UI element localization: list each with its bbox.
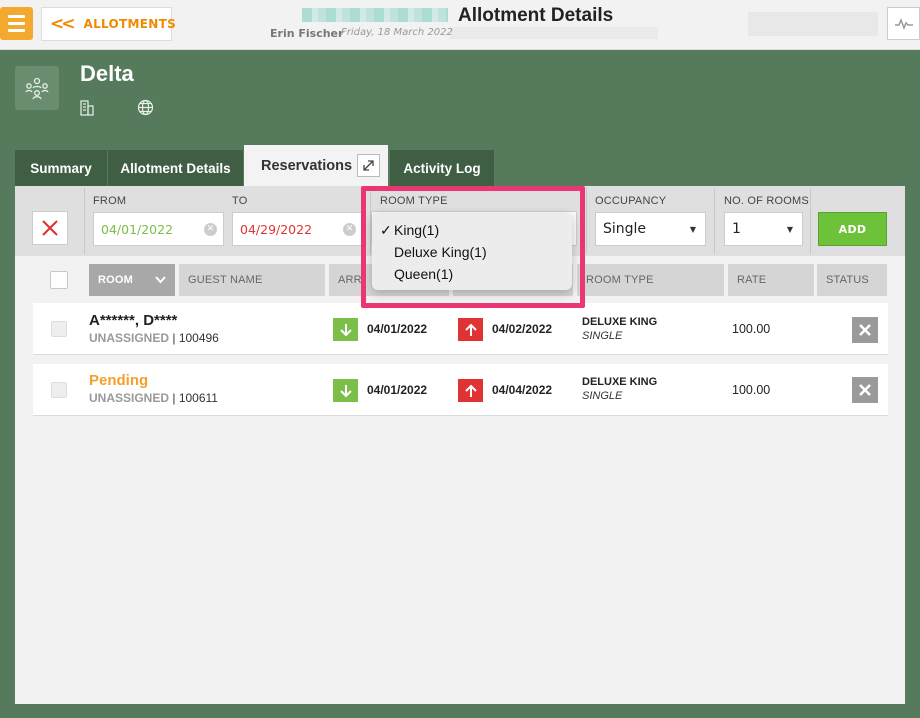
departure-icon: [458, 318, 483, 341]
guest-name-column-header[interactable]: GUEST NAME: [179, 264, 325, 296]
occupancy-select[interactable]: Single ▼: [595, 212, 706, 246]
menu-icon: [8, 15, 25, 18]
rooms-label: NO. OF ROOMS: [724, 195, 809, 207]
arrival-icon: [333, 379, 358, 402]
arrow-up-icon: [464, 384, 477, 397]
occupancy: SINGLE: [582, 330, 623, 342]
arrival-icon: [333, 318, 358, 341]
expand-icon: [363, 160, 374, 171]
building-icon[interactable]: [80, 100, 94, 120]
from-date-value: 04/01/2022: [101, 221, 174, 237]
arrow-down-icon: [339, 323, 352, 336]
close-icon: [859, 324, 871, 336]
rate: 100.00: [732, 322, 771, 336]
arrow-down-icon: [339, 384, 352, 397]
pulse-icon: [894, 17, 913, 30]
room-type: DELUXE KING: [582, 376, 658, 388]
tab-allotment-details[interactable]: Allotment Details: [108, 150, 243, 186]
tab-activity-log[interactable]: Activity Log: [390, 150, 494, 186]
row-checkbox[interactable]: [51, 382, 67, 398]
row-checkbox[interactable]: [51, 321, 67, 337]
user-name: Erin Fischer: [270, 27, 344, 40]
double-chevron-left-icon: <<: [50, 14, 75, 34]
departure-date: 04/02/2022: [492, 322, 553, 336]
status-column-header[interactable]: STATUS: [817, 264, 887, 296]
to-date-value: 04/29/2022: [240, 221, 313, 237]
people-group-icon: [25, 77, 49, 100]
clear-filters-button[interactable]: [32, 211, 68, 245]
add-button[interactable]: ADD: [818, 212, 887, 246]
caret-down-icon: ▼: [786, 224, 793, 234]
clear-from-icon[interactable]: ✕: [204, 222, 217, 236]
room-assignment: UNASSIGNED | 100611: [89, 391, 218, 405]
back-button[interactable]: << ALLOTMENTS: [41, 7, 176, 41]
rate-column-header[interactable]: RATE: [728, 264, 814, 296]
current-date: Friday, 18 March 2022: [341, 27, 453, 38]
close-icon: [42, 220, 58, 236]
arrow-up-icon: [464, 323, 477, 336]
delete-button[interactable]: [852, 377, 878, 403]
page-title: Allotment Details: [458, 5, 614, 26]
rooms-value: 1: [732, 221, 741, 237]
to-date-input[interactable]: 04/29/2022 ✕: [232, 212, 363, 246]
arrival-date: 04/01/2022: [367, 322, 428, 336]
rate: 100.00: [732, 383, 771, 397]
departure-date: 04/04/2022: [492, 383, 553, 397]
property-icon: [15, 66, 59, 110]
room-column-header[interactable]: ROOM: [89, 264, 175, 296]
property-name: Delta: [80, 61, 134, 86]
arrival-date: 04/01/2022: [367, 383, 428, 397]
from-label: FROM: [93, 195, 127, 207]
chevron-down-icon: [155, 276, 166, 284]
delete-button[interactable]: [852, 317, 878, 343]
caret-down-icon: ▼: [689, 224, 696, 234]
close-icon: [859, 384, 871, 396]
from-date-input[interactable]: 04/01/2022 ✕: [93, 212, 224, 246]
room-assignment: UNASSIGNED | 100496: [89, 331, 219, 345]
highlight-box: [361, 186, 585, 308]
room-type: DELUXE KING: [582, 316, 658, 328]
room-type-column-header[interactable]: ROOM TYPE: [577, 264, 724, 296]
occupancy: SINGLE: [582, 390, 623, 402]
to-label: TO: [232, 195, 248, 207]
guest-name[interactable]: A******, D****: [89, 312, 177, 329]
redacted-strip: [450, 27, 658, 39]
select-all-checkbox[interactable]: [50, 271, 68, 289]
menu-button[interactable]: [0, 7, 33, 40]
occupancy-value: Single: [603, 221, 647, 237]
activity-button[interactable]: [887, 7, 920, 40]
back-button-label: ALLOTMENTS: [83, 17, 177, 31]
occupancy-label: OCCUPANCY: [595, 195, 667, 207]
rooms-select[interactable]: 1 ▼: [724, 212, 803, 246]
tab-reservations-label: Reservations: [261, 157, 353, 174]
clear-to-icon[interactable]: ✕: [343, 222, 356, 236]
departure-icon: [458, 379, 483, 402]
redacted-hotel-name: [302, 8, 448, 22]
redacted-strip: [748, 12, 878, 36]
guest-name[interactable]: Pending: [89, 372, 148, 389]
globe-icon[interactable]: [137, 99, 154, 120]
expand-button[interactable]: [357, 154, 380, 177]
tab-summary[interactable]: Summary: [15, 150, 107, 186]
